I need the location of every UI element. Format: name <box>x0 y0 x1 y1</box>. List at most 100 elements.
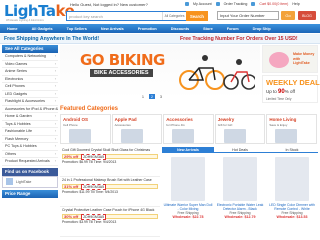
sidebar-item[interactable]: Toys & Hobbies <box>2 121 58 128</box>
main-nav: Home All Gadgets Top Sellers New Arrival… <box>0 24 320 33</box>
featured-category-sub: Gift for Girl <box>217 123 233 127</box>
cart-link[interactable]: Cart $0.00(0 item) <box>259 2 288 6</box>
product-image[interactable] <box>171 157 205 201</box>
featured-category[interactable]: Home Living Save & Enjoy <box>266 114 317 144</box>
free-shipping-text[interactable]: Free Shipping Anywhere In The World! <box>4 36 99 42</box>
affiliate-promo[interactable]: Make Money with LightTake <box>262 45 318 73</box>
top-links: My Account Order Tracking Cart $0.00(0 i… <box>185 2 300 6</box>
order-tracking-link[interactable]: Order Tracking <box>224 2 248 6</box>
product-card[interactable]: Electronic Portable Water Leak Detector … <box>214 156 266 240</box>
deal-item[interactable]: 24 in 1 Professional Makeup Brush Set wi… <box>60 177 160 207</box>
sidebar-item[interactable]: PC Toys & Hobbies <box>2 143 58 151</box>
featured-category-name: Accessories <box>166 117 193 122</box>
deal-coupon: 31% off 2DH9GM3A5 <box>62 183 158 190</box>
nav-store[interactable]: Store <box>196 27 220 31</box>
top-bar: LighTake Wholesale Lighting & Electronic… <box>0 0 320 24</box>
nav-all-gadgets[interactable]: All Gadgets <box>25 27 60 31</box>
tab-new-arrivals[interactable]: New Arrivals <box>162 147 214 153</box>
facebook-page-name[interactable]: LightTake <box>16 180 31 184</box>
product-grid: Ultimate Warrior Super Man Doll - Color … <box>162 156 318 240</box>
my-account-link[interactable]: My Account <box>193 2 212 6</box>
logo-tagline: Wholesale Lighting & Electronics <box>6 19 44 22</box>
sidebar-title[interactable]: See All Categories <box>2 45 58 53</box>
featured-category-sub: for iPhone 4G <box>166 123 185 127</box>
deal-coupon: 30% off 2DH9GM3A5 <box>62 213 158 220</box>
product-name[interactable]: LED Single Color Dimmer with Remote Cont… <box>267 203 317 211</box>
product-card[interactable]: LED Single Color Dimmer with Remote Cont… <box>266 156 318 240</box>
bike-illustration <box>179 55 255 90</box>
featured-category-name: Apple Pad <box>114 117 137 122</box>
product-image[interactable] <box>223 157 257 201</box>
tracking-icon <box>215 2 220 6</box>
nav-new-arrivals[interactable]: New Arrivals <box>94 27 131 31</box>
pager-page-1[interactable]: 1 <box>140 94 146 99</box>
deal-title[interactable]: Cool Gift Doomed Crystal Skull Shot Glas… <box>60 147 160 153</box>
tab-hot-deals[interactable]: Hot Deals <box>214 147 266 153</box>
account-icon <box>185 2 189 6</box>
weekly-deal-promo[interactable]: WEEKLY DEAL Up to 90% off Limited Time O… <box>262 75 320 103</box>
weekly-deal-title: WEEKLY DEAL <box>266 78 320 87</box>
search-button[interactable]: Search <box>186 11 208 21</box>
banner-subhead: BIKE ACCESSORIES <box>90 69 153 77</box>
tab-in-stock[interactable]: In Stock <box>266 147 318 153</box>
nav-home[interactable]: Home <box>0 27 25 31</box>
help-link[interactable]: Help <box>292 2 299 6</box>
featured-category-name: Jewelry <box>217 117 235 122</box>
sidebar-item[interactable]: Fashionable Life <box>2 128 58 136</box>
sidebar-item[interactable]: Product Requested Arrivals <box>2 158 58 166</box>
nav-discounts[interactable]: Discounts <box>164 27 196 31</box>
facebook-title[interactable]: Find us on Facebook <box>2 167 58 176</box>
nav-drop-ship[interactable]: Drop Ship <box>246 27 278 31</box>
facebook-widget: LightTake <box>2 175 58 188</box>
featured-category[interactable]: Apple Pad Accessories <box>111 114 163 144</box>
sidebar-item[interactable]: Computers & Networking <box>2 53 58 61</box>
free-tracking-text[interactable]: Free Tracking Number For Orders Over 15 … <box>180 36 298 42</box>
pager-page-3[interactable]: 3 <box>158 94 164 99</box>
sidebar-item[interactable]: LED Gadgets <box>2 91 58 98</box>
home-living-image <box>275 129 298 143</box>
sidebar-item[interactable]: Flashlight & Accessories <box>2 98 58 106</box>
sidebar-item[interactable]: Accessories for iPod & iPhone & iPad <box>2 106 58 113</box>
order-go-button[interactable]: Go <box>281 11 295 20</box>
product-price: Wholesale: $13.53 <box>276 215 308 219</box>
deal-title[interactable]: 24 in 1 Professional Makeup Brush Set wi… <box>60 177 160 183</box>
search-input[interactable]: product key search <box>67 14 162 19</box>
product-name[interactable]: Electronic Portable Water Leak Detector … <box>215 203 265 211</box>
featured-category[interactable]: Android OS Cell Phone <box>60 114 111 144</box>
weekly-deal-note: Limited Time Only <box>266 97 292 101</box>
deal-item[interactable]: Cool Gift Doomed Crystal Skull Shot Glas… <box>60 147 160 177</box>
hero-banner[interactable]: GO BIKING BIKE ACCESSORIES <box>60 45 260 99</box>
sidebar-item[interactable]: Others <box>2 151 58 158</box>
order-number-input[interactable]: Input Your Order Number <box>217 11 279 20</box>
nav-forum[interactable]: Forum <box>220 27 246 31</box>
nav-promotion[interactable]: Promotion <box>131 27 164 31</box>
sidebar-item[interactable]: Flash Memory <box>2 136 58 143</box>
pager-page-2[interactable]: 2 <box>149 94 155 99</box>
facebook-box: Find us on Facebook LightTake <box>2 167 58 188</box>
product-name[interactable]: Ultimate Warrior Super Man Doll - Color … <box>163 203 213 211</box>
product-image[interactable] <box>275 157 309 201</box>
featured-category[interactable]: Accessories for iPhone 4G <box>163 114 214 144</box>
sidebar-item[interactable]: Anime Series <box>2 68 58 76</box>
deal-title[interactable]: Crystal Protective Leather Case Pouch fo… <box>60 207 160 213</box>
sidebar-item[interactable]: Home & Garden <box>2 113 58 121</box>
product-price: Wholesale: $12.79 <box>224 215 256 219</box>
deal-item[interactable]: Crystal Protective Leather Case Pouch fo… <box>60 207 160 237</box>
sidebar-item[interactable]: Video Games <box>2 61 58 68</box>
featured-category[interactable]: Jewelry Gift for Girl <box>214 114 266 144</box>
greeting-text: Hello Guest, Not logged in? New customer… <box>70 2 148 7</box>
deal-price: Promotion: $3.99 Till Time: 9/4/2013 <box>62 220 117 224</box>
sidebar-item[interactable]: Electronics <box>2 76 58 83</box>
deals-list: Cool Gift Doomed Crystal Skull Shot Glas… <box>60 147 160 240</box>
search-category-select[interactable]: All Categories <box>162 12 186 20</box>
site-logo[interactable]: LighTake <box>4 2 75 20</box>
featured-categories: Android OS Cell Phone Apple Pad Accessor… <box>60 114 318 144</box>
product-card[interactable]: Ultimate Warrior Super Man Doll - Color … <box>162 156 214 240</box>
featured-category-name: Home Living <box>269 117 297 122</box>
blog-button[interactable]: BLOG <box>298 11 316 20</box>
sidebar-item[interactable]: Cell Phones <box>2 83 58 91</box>
nav-top-sellers[interactable]: Top Sellers <box>60 27 94 31</box>
phone-image <box>69 129 91 143</box>
deal-code: 2DH9GM3A5 <box>81 183 107 190</box>
affiliate-promo-text: Make Money with LightTake <box>293 52 315 65</box>
